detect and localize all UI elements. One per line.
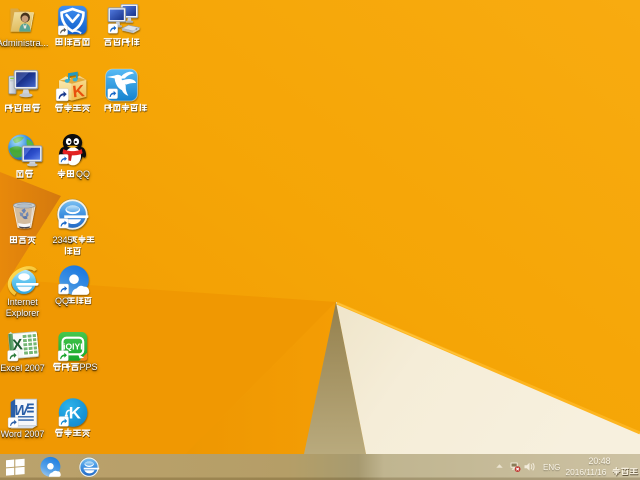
svg-text:W: W: [14, 402, 30, 419]
svg-text:K: K: [69, 404, 81, 423]
svg-text:iQIYI: iQIYI: [63, 342, 82, 352]
svg-text:K: K: [72, 81, 86, 101]
